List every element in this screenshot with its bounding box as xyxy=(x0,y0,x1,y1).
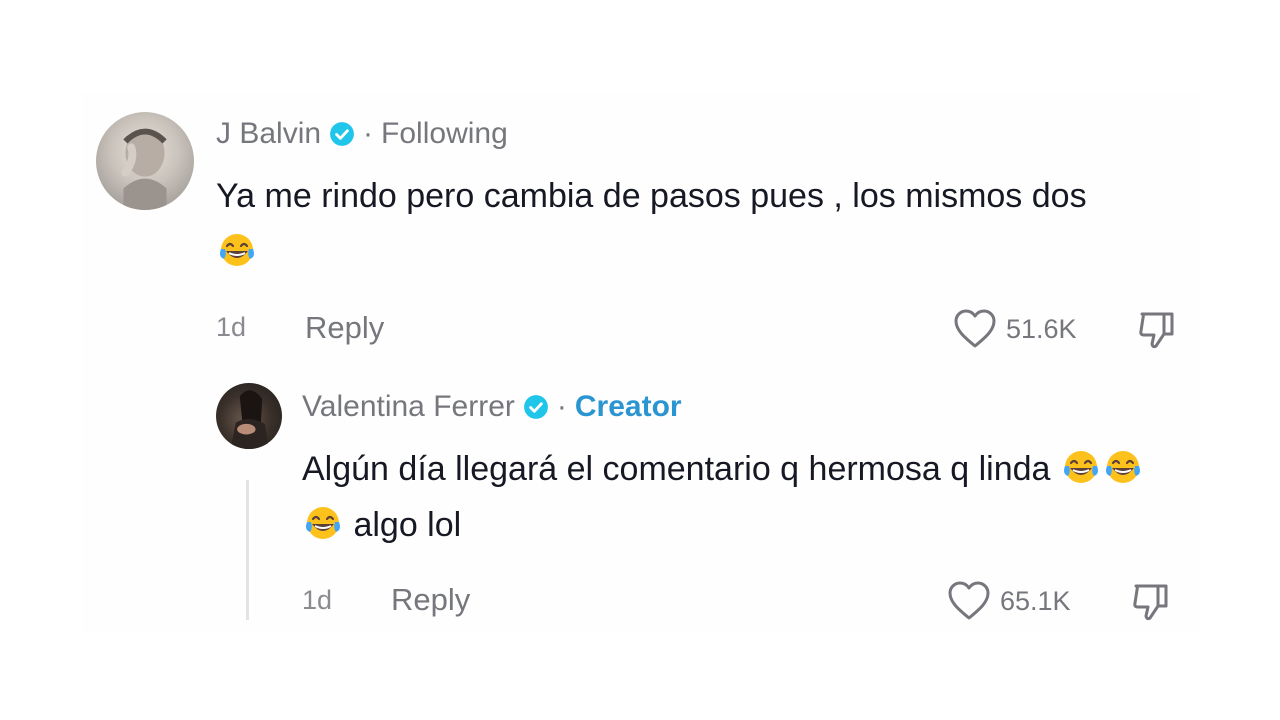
comment-header: Valentina Ferrer · Creator xyxy=(302,390,682,424)
avatar-j-balvin[interactable] xyxy=(96,112,194,210)
reply-button[interactable]: Reply xyxy=(391,582,470,618)
face-with-tears-of-joy-icon xyxy=(1063,451,1098,483)
creator-label: Creator xyxy=(574,390,682,423)
author-name[interactable]: J Balvin xyxy=(216,117,321,151)
like-count: 65.1K xyxy=(1000,585,1071,616)
relation-label: Following xyxy=(381,117,508,150)
heart-outline-icon xyxy=(954,309,996,348)
verified-badge-icon xyxy=(523,395,548,419)
verified-badge-icon xyxy=(330,122,354,146)
reply-button[interactable]: Reply xyxy=(305,310,384,346)
heart-outline-icon xyxy=(948,581,990,620)
comment-text: Ya me rindo pero cambia de pasos pues , … xyxy=(216,168,1116,280)
thumbs-down-icon[interactable] xyxy=(1136,308,1178,352)
avatar-image xyxy=(121,128,167,210)
like-count: 51.6K xyxy=(1006,313,1077,344)
like-button[interactable]: 65.1K xyxy=(946,580,1071,622)
reply-thread-line xyxy=(246,480,249,620)
author-name[interactable]: Valentina Ferrer xyxy=(302,390,515,424)
comment-header: J Balvin · Following xyxy=(216,117,508,151)
comment-time: 1d xyxy=(216,312,247,342)
face-with-tears-of-joy-icon xyxy=(220,234,254,266)
comment-time: 1d xyxy=(302,585,333,615)
comment-body-tail: algo lol xyxy=(353,506,462,544)
avatar-valentina-ferrer[interactable] xyxy=(216,383,282,449)
comment-body: Ya me rindo pero cambia de pasos pues , … xyxy=(216,177,1087,215)
comment-text: Algún día llegará el comentario q hermos… xyxy=(302,441,1182,553)
face-with-tears-of-joy-icon xyxy=(306,507,340,539)
like-button[interactable]: 51.6K xyxy=(952,308,1077,350)
separator-dot: · xyxy=(556,390,567,423)
face-with-tears-of-joy-icon xyxy=(1105,451,1140,483)
separator-dot: · xyxy=(363,117,374,150)
thumbs-down-icon[interactable] xyxy=(1130,580,1172,624)
comment-body: Algún día llegará el comentario q hermos… xyxy=(302,450,1051,488)
avatar-image xyxy=(230,390,269,449)
